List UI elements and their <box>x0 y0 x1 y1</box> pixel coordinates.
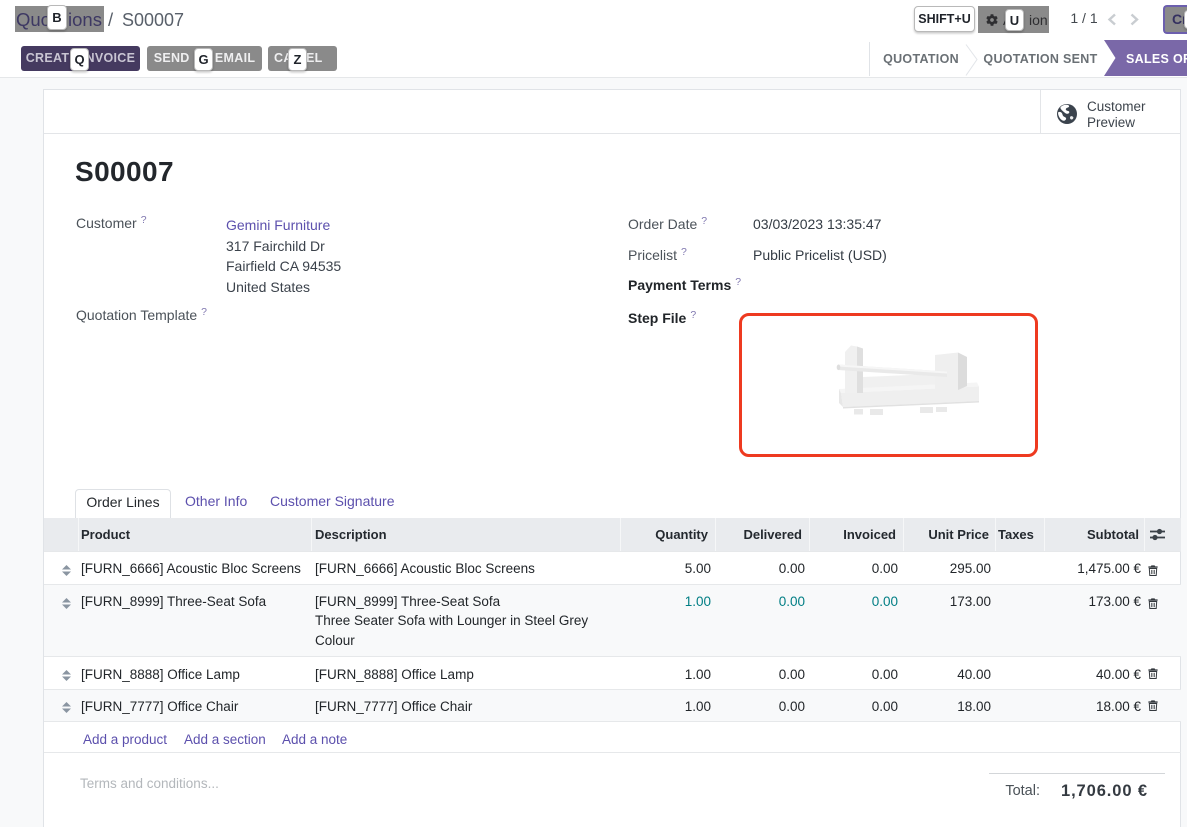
svg-text:SALES ORDER: SALES ORDER <box>1126 52 1187 66</box>
svg-text:QUOTATION: QUOTATION <box>883 52 959 66</box>
svg-text:QUOTATION SENT: QUOTATION SENT <box>983 52 1097 66</box>
